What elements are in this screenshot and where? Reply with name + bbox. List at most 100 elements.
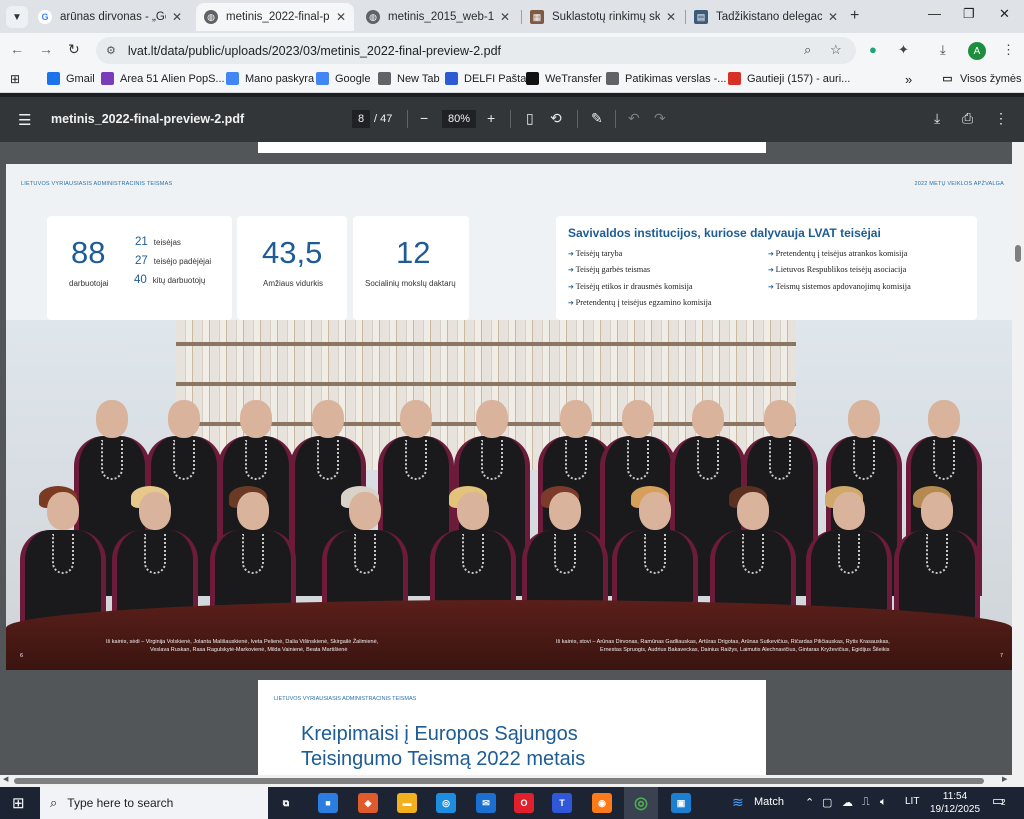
caption-line: Iš kairės, sėdi – Virginija Volskienė, J…	[106, 639, 379, 645]
bookmark-item[interactable]: WeTransfer	[526, 72, 602, 85]
site-info-icon[interactable]: ⚙	[106, 44, 116, 57]
pdf-viewer[interactable]: LIETUVOS VYRIAUSIASIS ADMINISTRACINIS TE…	[0, 142, 1012, 775]
fit-page-icon[interactable]: ▯	[526, 110, 534, 127]
cloud-icon[interactable]: ☁	[842, 796, 853, 809]
caption-line: Iš kairės, stovi – Arūnas Dirvonas, Ramū…	[556, 639, 890, 645]
address-bar[interactable]: ⚙ lvat.lt/data/public/uploads/2023/03/me…	[96, 37, 856, 64]
close-icon[interactable]: ✕	[828, 10, 838, 24]
task-view-icon[interactable]: ⧉	[276, 793, 296, 813]
url-text[interactable]: lvat.lt/data/public/uploads/2023/03/meti…	[128, 44, 501, 58]
close-window-button[interactable]: ✕	[999, 6, 1010, 22]
next-page-title: Kreipimaisi į Europos Sąjungos Teisingum…	[301, 722, 585, 772]
clock[interactable]: 11:54 19/12/2025	[930, 790, 980, 816]
avatar[interactable]: A	[968, 42, 986, 60]
tab-google-search[interactable]: G arūnas dirvonas - „Google ✕	[30, 3, 190, 31]
weather-icon[interactable]: ≋	[732, 794, 744, 811]
bookmark-item[interactable]: Gautieji (157) - auri...	[728, 72, 850, 85]
close-icon[interactable]: ✕	[172, 10, 182, 24]
download-icon[interactable]: ⤓	[940, 42, 946, 58]
zoom-out-button[interactable]: −	[420, 110, 428, 126]
taskbar: ⊞ ⌕ Type here to search ⧉ ■ ◆ ▬ ◎ ✉ O T ◉ ◎ ▣ ≋ Ma…	[0, 787, 1024, 819]
chrome-icon[interactable]: ◎	[624, 787, 658, 819]
windows-start-icon[interactable]: ⊞	[12, 794, 25, 812]
taskbar-search[interactable]: ⌕ Type here to search	[40, 787, 268, 819]
download-icon[interactable]: ⤓	[934, 110, 940, 127]
undo-icon[interactable]: ↶	[628, 110, 640, 127]
news-app-icon[interactable]: ◆	[358, 793, 378, 813]
bookmarks-overflow-button[interactable]: »	[905, 72, 912, 87]
trip-icon[interactable]: T	[552, 793, 572, 813]
firefox-icon[interactable]: ◉	[592, 793, 612, 813]
rotate-icon[interactable]: ⟲	[550, 110, 562, 127]
judge-chain	[697, 440, 719, 480]
restore-button[interactable]: ❐	[963, 6, 975, 22]
zoom-icon[interactable]: ⌕	[804, 42, 811, 58]
more-menu-icon[interactable]: ⋮	[1002, 42, 1015, 58]
minimize-button[interactable]: —	[928, 6, 941, 21]
next-page: LIETUVOS VYRIAUSIASIS ADMINISTRACINIS TE…	[258, 680, 766, 775]
menu-icon[interactable]: ☰	[18, 111, 31, 129]
search-icon: ⌕	[50, 795, 58, 810]
store-icon[interactable]: ■	[318, 793, 338, 813]
network-icon[interactable]: ⎍	[862, 796, 870, 809]
scroll-thumb[interactable]	[1015, 245, 1021, 262]
bookmark-item[interactable]: Mano paskyra	[226, 72, 314, 85]
bookmark-item[interactable]: Patikimas verslas -...	[606, 72, 726, 85]
close-icon[interactable]: ✕	[666, 10, 676, 24]
reload-button[interactable]: ↻	[68, 41, 80, 58]
annotate-icon[interactable]: ✎	[591, 110, 603, 127]
close-icon[interactable]: ✕	[336, 10, 346, 24]
tab-suklastotu[interactable]: ▦ Suklastotų rinkimų skųst ✕	[522, 3, 684, 31]
minimize-icon: —	[928, 6, 941, 21]
bookmark-item[interactable]: Area 51 Alien PopS...	[101, 72, 225, 85]
grammarly-icon[interactable]: ●	[869, 42, 877, 57]
zoom-input[interactable]: 80%	[442, 110, 476, 128]
wooden-table	[6, 600, 1012, 670]
zoom-in-button[interactable]: +	[487, 110, 495, 126]
page-number-input[interactable]: 8	[352, 110, 370, 128]
weather-label[interactable]: Match	[754, 796, 784, 808]
bookmark-item[interactable]: Google	[316, 72, 370, 85]
device-icon[interactable]: ▢	[822, 796, 832, 809]
scroll-right-icon[interactable]: ▶	[1002, 775, 1007, 783]
new-tab-button[interactable]: +	[850, 7, 859, 25]
person-head	[476, 400, 508, 438]
apps-button[interactable]: ⊞	[10, 72, 20, 86]
previous-page	[258, 142, 766, 153]
close-icon[interactable]: ✕	[500, 10, 510, 24]
tab-search-button[interactable]: ▼	[6, 6, 28, 28]
scroll-left-icon[interactable]: ◀	[3, 775, 8, 783]
age-label: Amžiaus vidurkis	[263, 279, 324, 288]
tab-metinis-2015[interactable]: ◍ metinis_2015_web-1.pdf ✕	[358, 3, 518, 31]
vertical-scrollbar[interactable]	[1012, 142, 1024, 775]
bookmark-item[interactable]: New Tab	[378, 72, 440, 85]
tab-tadzikistano[interactable]: ▤ Tadžikistano delegacija d ✕	[686, 3, 846, 31]
bookmark-item[interactable]: Gmail	[47, 72, 95, 85]
print-icon[interactable]: ⎙	[962, 110, 973, 127]
globe-icon: ◍	[204, 10, 218, 24]
institution-item: Teisėjų garbės teismas	[568, 265, 651, 274]
file-explorer-icon[interactable]: ▬	[397, 793, 417, 813]
arrow-right-icon: →	[39, 41, 53, 57]
show-hidden-icons-icon[interactable]: ⌃	[805, 796, 814, 809]
extensions-icon[interactable]: ✦	[898, 42, 909, 58]
person-head	[928, 400, 960, 438]
volume-icon[interactable]: 🔈︎	[880, 796, 887, 809]
opera-icon[interactable]: O	[514, 793, 534, 813]
more-actions-icon[interactable]: ⋮	[994, 110, 1008, 127]
forward-button[interactable]: →	[39, 41, 53, 57]
bookmark-item[interactable]: DELFI Paštas	[445, 72, 532, 85]
outlook-icon[interactable]: ✉	[476, 793, 496, 813]
scroll-thumb[interactable]	[14, 778, 984, 784]
tab-metinis-2022[interactable]: ◍ metinis_2022-final-previe ✕	[196, 3, 354, 31]
edge-icon[interactable]: ◎	[436, 793, 456, 813]
back-button[interactable]: ←	[10, 41, 24, 57]
redo-icon[interactable]: ↷	[654, 110, 666, 127]
star-icon[interactable]: ☆	[830, 42, 842, 58]
horizontal-scrollbar[interactable]: ◀ ▶	[0, 775, 1024, 787]
language-indicator[interactable]: LIT	[905, 796, 919, 807]
person-head	[240, 400, 272, 438]
photos-icon[interactable]: ▣	[671, 793, 691, 813]
judge-chain	[769, 440, 791, 480]
all-bookmarks[interactable]: ▭ Visos žymės	[941, 72, 1021, 86]
